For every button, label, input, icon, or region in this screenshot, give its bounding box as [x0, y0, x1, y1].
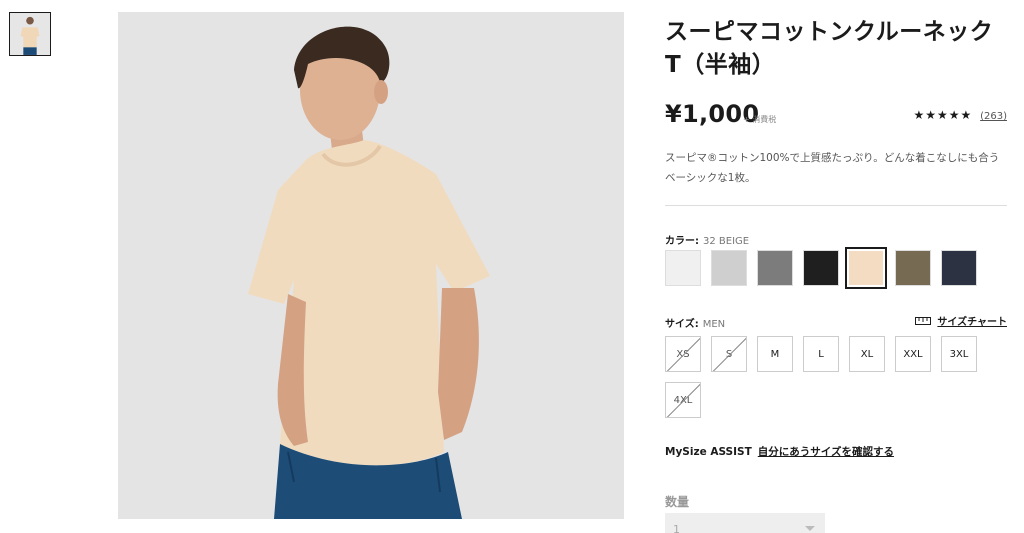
rating: ★★★★★ (263)	[913, 108, 1007, 122]
mysize-label: MySize ASSIST	[665, 446, 752, 458]
quantity-label: 数量	[665, 495, 690, 509]
size-chart-link[interactable]: サイズチャート	[915, 313, 1007, 328]
size-category: MEN	[702, 319, 726, 330]
price-row: ¥1,000 + 消費税 ★★★★★ (263)	[665, 100, 1007, 130]
size-option-m[interactable]: M	[757, 336, 793, 372]
selected-color: 32 BEIGE	[703, 236, 750, 247]
quantity-select[interactable]: 1	[665, 513, 825, 533]
chevron-down-icon	[805, 526, 815, 531]
mysize-assist: MySize ASSIST 自分にあうサイズを確認する	[665, 444, 894, 459]
size-option-xl[interactable]: XL	[849, 336, 885, 372]
mysize-link[interactable]: 自分にあうサイズを確認する	[758, 446, 894, 458]
size-option-4xl[interactable]: 4XL	[665, 382, 701, 418]
color-label-text: カラー:	[665, 236, 699, 247]
swatch-beige[interactable]	[845, 247, 887, 289]
quantity-value: 1	[673, 523, 680, 533]
product-title: スーピマコットンクルーネックT（半袖）	[665, 19, 994, 78]
size-option-l[interactable]: L	[803, 336, 839, 372]
size-option-3xl[interactable]: 3XL	[941, 336, 977, 372]
swatch-navy[interactable]	[941, 250, 977, 286]
ruler-icon	[915, 316, 932, 325]
swatch-light-gray[interactable]	[711, 250, 747, 286]
swatch-olive[interactable]	[895, 250, 931, 286]
size-option-xxl[interactable]: XXL	[895, 336, 931, 372]
product-description: スーピマ®コットン100%で上質感たっぷり。どんな着こなしにも合うベーシックな1…	[665, 152, 1000, 184]
size-label-text: サイズ:	[665, 319, 699, 330]
swatch-gray[interactable]	[757, 250, 793, 286]
product-thumbnail-image	[10, 13, 50, 55]
divider	[665, 205, 1007, 206]
rating-stars-icon: ★★★★★	[913, 108, 973, 122]
swatch-black[interactable]	[803, 250, 839, 286]
size-option-xs[interactable]: XS	[665, 336, 701, 372]
review-count-link[interactable]: (263)	[980, 111, 1007, 122]
main-product-image[interactable]	[118, 12, 624, 519]
color-label: カラー: 32 BEIGE	[665, 232, 749, 247]
size-label: サイズ: MEN	[665, 315, 725, 330]
model-wearing-beige-tshirt-image	[118, 12, 624, 519]
tax-note: + 消費税	[743, 115, 777, 124]
size-chart-label: サイズチャート	[937, 317, 1007, 328]
swatch-off-white[interactable]	[665, 250, 701, 286]
product-thumbnail[interactable]	[9, 12, 51, 56]
size-option-s[interactable]: S	[711, 336, 747, 372]
